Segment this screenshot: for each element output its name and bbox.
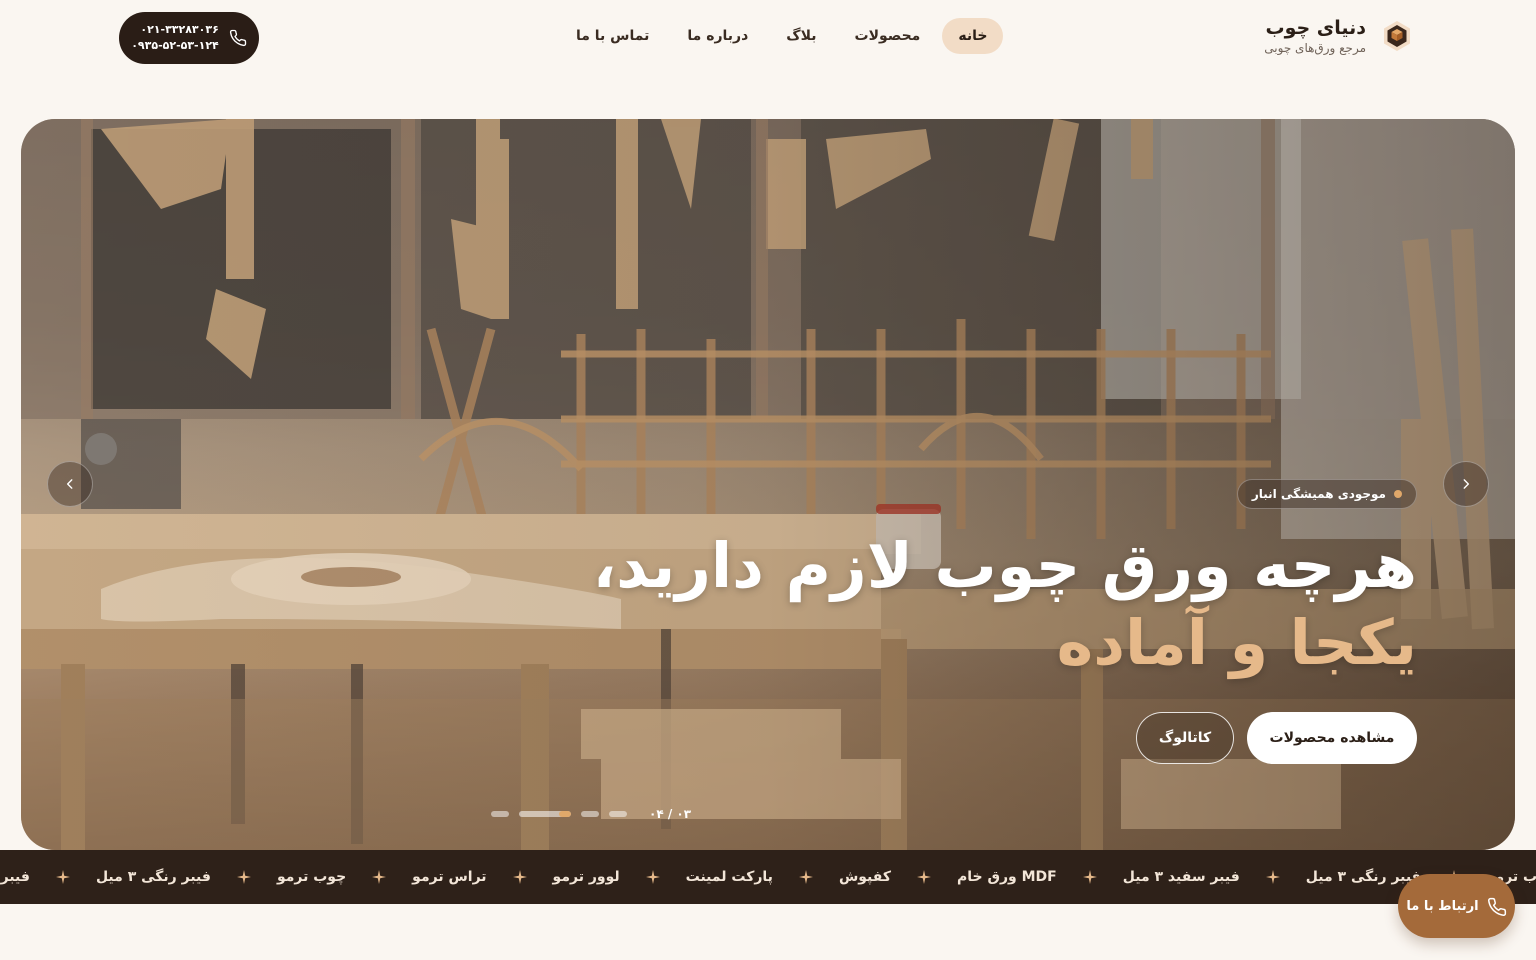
ticker-item[interactable]: فیبر سفید ۳ میل	[1123, 869, 1240, 885]
sparkle-icon	[645, 870, 660, 884]
main-nav: خانه محصولات بلاگ درباره ما تماس با ما	[560, 18, 1004, 54]
ticker-item[interactable]: فیبر رنگی ۳ میل	[1306, 869, 1421, 885]
phone-icon	[229, 29, 247, 47]
phone-button[interactable]: ۰۲۱-۳۳۲۸۳۰۳۶ ۰۹۳۵-۵۲-۵۳-۱۲۴	[119, 12, 259, 64]
slide-dot[interactable]	[609, 811, 627, 817]
stock-badge: موجودی همیشگی انبار	[1236, 479, 1417, 509]
ticker-track: چوب ترمو فیبر رنگی ۳ میل فیبر سفید ۳ میل…	[0, 850, 1536, 904]
sparkle-icon	[512, 870, 527, 884]
ticker-item[interactable]: چوب ترمو	[277, 869, 346, 885]
brand-logo-icon	[1380, 19, 1414, 53]
ticker-item[interactable]: MDF ورق خام	[957, 869, 1057, 885]
catalog-button[interactable]: کاتالوگ	[1136, 712, 1234, 764]
site-header: دنیای چوب مرجع ورق‌های چوبی خانه محصولات…	[0, 0, 1536, 80]
ticker-item[interactable]: لوور ترمو	[553, 869, 620, 885]
contact-us-floating-button[interactable]: ارتباط با ما	[1398, 874, 1515, 938]
nav-item-blog[interactable]: بلاگ	[770, 18, 832, 54]
nav-item-products[interactable]: محصولات	[839, 18, 937, 54]
slider-prev-button[interactable]	[47, 461, 93, 507]
ticker-item[interactable]: فیبر سفید ۳ میل	[0, 869, 30, 885]
hero-title-line-1: هرچه ورق چوب لازم دارید،	[592, 529, 1417, 602]
sparkle-icon	[1082, 870, 1097, 884]
ticker-item[interactable]: پارکت لمینت	[686, 869, 773, 885]
ticker-item[interactable]: تراس ترمو	[412, 869, 486, 885]
slider-indicator: ۰۴ / ۰۳	[491, 807, 691, 821]
slider-next-button[interactable]	[1443, 461, 1489, 507]
hero-title-line-2: یکجا و آماده	[1056, 606, 1417, 679]
brand-tagline: مرجع ورق‌های چوبی	[1264, 41, 1366, 55]
sparkle-icon	[916, 870, 931, 884]
status-dot-icon	[1394, 490, 1402, 498]
sparkle-icon	[236, 870, 251, 884]
brand[interactable]: دنیای چوب مرجع ورق‌های چوبی	[1264, 16, 1414, 56]
sparkle-icon	[372, 870, 387, 884]
view-products-button[interactable]: مشاهده محصولات	[1247, 712, 1417, 764]
sparkle-icon	[1265, 870, 1280, 884]
slide-dot[interactable]	[491, 811, 509, 817]
product-ticker: چوب ترمو فیبر رنگی ۳ میل فیبر سفید ۳ میل…	[0, 850, 1536, 904]
phone-numbers: ۰۲۱-۳۳۲۸۳۰۳۶ ۰۹۳۵-۵۲-۵۳-۱۲۴	[131, 22, 219, 54]
sparkle-icon	[55, 870, 70, 884]
slide-dot[interactable]	[581, 811, 599, 817]
hero-heading: هرچه ورق چوب لازم دارید، یکجا و آماده	[593, 527, 1417, 681]
nav-item-about[interactable]: درباره ما	[671, 18, 764, 54]
hero-slider: موجودی همیشگی انبار هرچه ورق چوب لازم دا…	[21, 119, 1515, 850]
phone-line-1: ۰۲۱-۳۳۲۸۳۰۳۶	[140, 23, 219, 36]
stock-badge-text: موجودی همیشگی انبار	[1251, 487, 1386, 501]
contact-us-label: ارتباط با ما	[1406, 898, 1479, 914]
nav-item-contact[interactable]: تماس با ما	[560, 18, 665, 54]
sparkle-icon	[798, 870, 813, 884]
ticker-item[interactable]: کفپوش	[839, 869, 891, 885]
chevron-right-icon	[1463, 479, 1470, 489]
brand-name: دنیای چوب	[1265, 17, 1366, 39]
phone-line-2: ۰۹۳۵-۵۲-۵۳-۱۲۴	[131, 39, 219, 52]
ticker-item[interactable]: فیبر رنگی ۳ میل	[96, 869, 211, 885]
nav-item-home[interactable]: خانه	[942, 18, 1004, 54]
chevron-left-icon	[66, 479, 73, 489]
phone-icon	[1487, 897, 1507, 916]
slide-counter: ۰۴ / ۰۳	[649, 807, 692, 821]
slide-dot-active[interactable]	[519, 811, 571, 817]
